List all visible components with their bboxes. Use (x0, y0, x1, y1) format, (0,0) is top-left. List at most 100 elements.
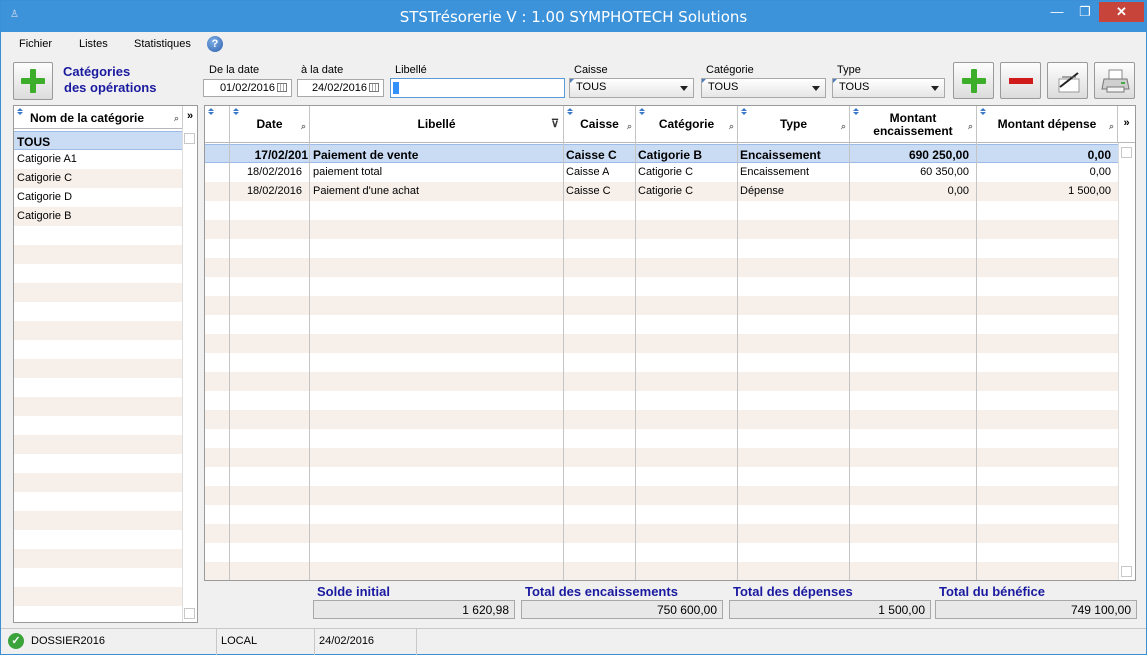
type-select[interactable]: TOUS (832, 78, 945, 98)
list-item[interactable]: Catigorie A1 (14, 150, 182, 169)
column-divider (229, 143, 230, 580)
empty-row (205, 334, 1118, 353)
add-operation-button[interactable] (953, 62, 994, 99)
cell-depense: 0,00 (1087, 148, 1111, 162)
to-date-field[interactable]: 24/02/2016 (297, 79, 384, 97)
search-icon[interactable]: ⌕ (1109, 120, 1114, 133)
search-icon[interactable]: ⌕ (627, 120, 632, 133)
cell-date: 17/02/201 (254, 148, 308, 162)
scroll-down-box[interactable] (1121, 566, 1132, 577)
sort-icon[interactable] (853, 108, 860, 115)
column-header-montant-encaissement[interactable]: Montant encaissement ⌕ (850, 106, 977, 143)
cell-categorie: Catigorie C (638, 185, 694, 197)
header-label: Libellé (417, 117, 456, 131)
edit-operation-button[interactable] (1047, 62, 1088, 99)
search-icon[interactable]: ⌕ (301, 120, 306, 133)
empty-row (14, 359, 182, 378)
header-label: Montant dépense (997, 117, 1097, 131)
add-category-button[interactable] (13, 62, 53, 100)
empty-row (205, 277, 1118, 296)
cell-libelle: Paiement d'une achat (313, 185, 420, 197)
search-icon[interactable]: ⌕ (174, 113, 179, 124)
search-icon[interactable]: ⌕ (729, 120, 734, 133)
list-item[interactable]: Catigorie D (14, 188, 182, 207)
categorie-select[interactable]: TOUS (701, 78, 826, 98)
empty-row (205, 315, 1118, 334)
category-header-label: Nom de la catégorie (30, 111, 145, 125)
table-row[interactable]: 18/02/2016 Paiement d'une achat Caisse C… (205, 182, 1118, 201)
minimize-button[interactable]: — (1045, 2, 1069, 22)
sort-icon[interactable] (208, 108, 215, 115)
search-icon[interactable]: ⌕ (841, 120, 846, 133)
cell-type: Encaissement (740, 148, 821, 162)
vertical-scrollbar[interactable] (1118, 143, 1135, 580)
sort-icon[interactable] (567, 108, 574, 115)
libelle-label: Libellé (395, 64, 427, 76)
empty-row (205, 429, 1118, 448)
sort-icon[interactable] (980, 108, 987, 115)
more-columns-button[interactable]: » (1118, 106, 1135, 143)
cell-categorie: Catigorie C (638, 166, 694, 178)
menu-fichier[interactable]: Fichier (19, 38, 52, 50)
menu-statistiques[interactable]: Statistiques (134, 38, 191, 50)
empty-row (14, 549, 182, 568)
status-bar: ✓ DOSSIER2016 LOCAL 24/02/2016 (1, 628, 1146, 655)
section-title-line2: des opérations (64, 80, 157, 95)
column-divider (976, 143, 977, 580)
sort-icon[interactable] (639, 108, 646, 115)
sort-icon[interactable] (741, 108, 748, 115)
total-depenses-label: Total des dépenses (733, 584, 853, 599)
column-header-categorie[interactable]: Catégorie ⌕ (636, 106, 738, 143)
empty-row (14, 245, 182, 264)
column-header-type[interactable]: Type ⌕ (738, 106, 850, 143)
column-header-libelle[interactable]: Libellé ⊽ (310, 106, 564, 143)
column-header-caisse[interactable]: Caisse ⌕ (564, 106, 636, 143)
list-item[interactable]: Catigorie C (14, 169, 182, 188)
sort-icon[interactable] (17, 108, 24, 115)
table-row[interactable]: 18/02/2016 paiement total Caisse A Catig… (205, 163, 1118, 182)
scroll-down-box[interactable] (184, 608, 195, 619)
status-dossier: DOSSIER2016 (27, 629, 217, 655)
help-icon[interactable]: ? (207, 36, 223, 52)
more-columns-button[interactable]: » (182, 106, 197, 129)
empty-row (14, 321, 182, 340)
vertical-scrollbar[interactable] (182, 129, 197, 622)
title-bar[interactable]: ♙ STSTrésorerie V : 1.00 SYMPHOTECH Solu… (1, 1, 1146, 32)
cell-depense: 0,00 (1089, 166, 1111, 178)
scroll-up-box[interactable] (184, 133, 195, 144)
menu-bar: Fichier Listes Statistiques (1, 32, 1146, 56)
cell-caisse: Caisse C (566, 148, 617, 162)
cell-categorie: Catigorie B (638, 148, 703, 162)
caisse-select[interactable]: TOUS (569, 78, 694, 98)
category-list-panel: Nom de la catégorie ⌕ » TOUS Catigorie A… (13, 105, 198, 623)
calendar-icon[interactable] (369, 83, 379, 92)
empty-row (14, 264, 182, 283)
window-title: STSTrésorerie V : 1.00 SYMPHOTECH Soluti… (399, 8, 748, 26)
scroll-up-box[interactable] (1121, 147, 1132, 158)
libelle-input[interactable] (390, 78, 565, 98)
category-row-tous[interactable]: TOUS (14, 131, 182, 150)
maximize-button[interactable]: ❐ (1073, 2, 1097, 22)
delete-operation-button[interactable] (1000, 62, 1041, 99)
column-header-montant-depense[interactable]: Montant dépense ⌕ (977, 106, 1118, 143)
text-cursor (393, 82, 399, 94)
close-button[interactable]: ✕ (1099, 2, 1144, 22)
calendar-icon[interactable] (277, 83, 287, 92)
empty-row (14, 435, 182, 454)
menu-listes[interactable]: Listes (79, 38, 108, 50)
print-button[interactable] (1094, 62, 1135, 99)
cell-caisse: Caisse A (566, 166, 610, 178)
empty-row (205, 239, 1118, 258)
search-icon[interactable]: ⌕ (968, 120, 973, 133)
category-list-header[interactable]: Nom de la catégorie ⌕ (14, 106, 182, 129)
table-row[interactable]: 17/02/201 Paiement de vente Caisse C Cat… (205, 144, 1118, 163)
filter-icon[interactable]: ⊽ (551, 118, 559, 131)
from-date-field[interactable]: 01/02/2016 (203, 79, 292, 97)
header-label: Caisse (580, 117, 619, 131)
empty-row (14, 302, 182, 321)
corner-marker-icon (570, 79, 574, 83)
empty-row (205, 372, 1118, 391)
column-header-date[interactable]: Date ⌕ (230, 106, 310, 143)
list-item[interactable]: Catigorie B (14, 207, 182, 226)
sort-icon[interactable] (233, 108, 240, 115)
